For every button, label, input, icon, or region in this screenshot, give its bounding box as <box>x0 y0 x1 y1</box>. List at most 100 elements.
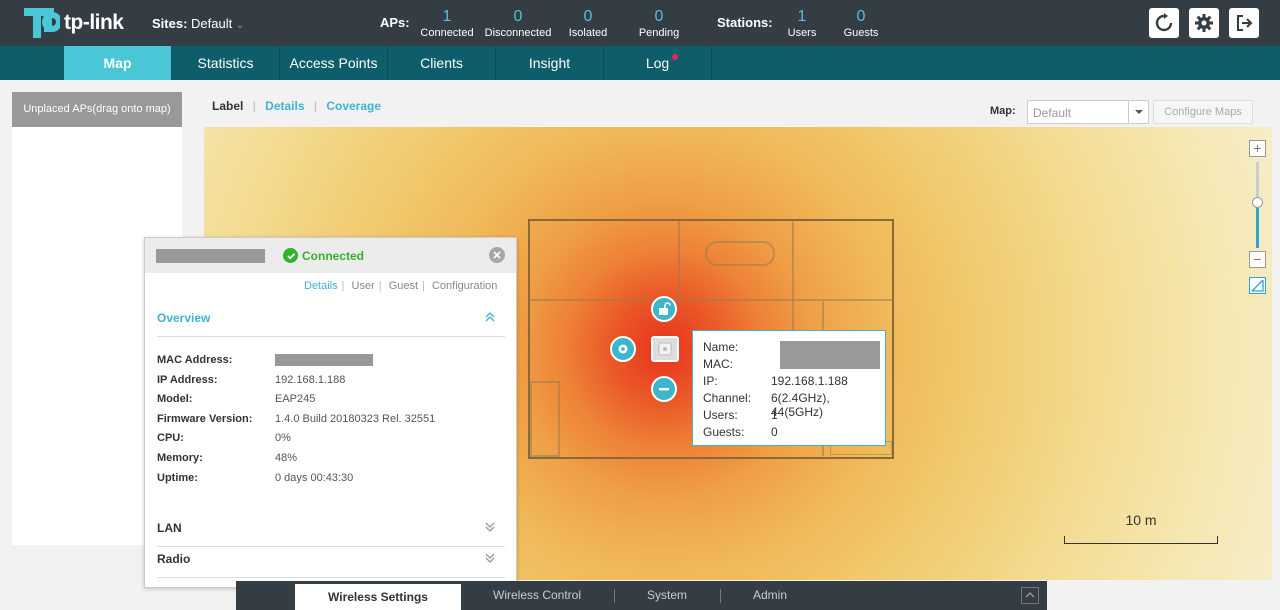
nav-tab-map[interactable]: Map <box>64 46 172 80</box>
overview-key: MAC Address: <box>157 354 233 366</box>
minus-icon <box>659 388 669 391</box>
map-select-value: Default <box>1033 106 1072 120</box>
zoom-track-fill <box>1256 202 1259 248</box>
close-icon <box>493 251 501 259</box>
tab-coverage[interactable]: Coverage <box>326 99 381 113</box>
refresh-button[interactable] <box>1149 8 1179 38</box>
popup-tab-details[interactable]: Details <box>304 280 338 292</box>
nav-tab-log[interactable]: Log <box>604 46 712 80</box>
nav-tab-insight[interactable]: Insight <box>496 46 604 80</box>
tab-label[interactable]: Label <box>212 99 243 113</box>
status-text: Connected <box>302 248 365 263</box>
nav-tab-statistics[interactable]: Statistics <box>172 46 280 80</box>
popup-header: Connected <box>145 238 516 273</box>
settings-button[interactable] <box>1189 8 1219 38</box>
refresh-icon <box>1155 13 1173 32</box>
close-button[interactable] <box>489 247 505 263</box>
overview-value: 1.4.0 Build 20180323 Rel. 32551 <box>275 413 436 425</box>
tooltip-row: Name: <box>703 340 880 369</box>
stat-aps-pending[interactable]: 0 Pending <box>619 8 699 39</box>
stat-label: Connected <box>420 27 474 39</box>
stat-label: Pending <box>638 27 680 39</box>
overview-value: 192.168.1.188 <box>275 374 346 386</box>
overview-section-header[interactable]: Overview <box>157 311 505 337</box>
overview-row-firmware: Firmware Version: 1.4.0 Build 20180323 R… <box>157 413 497 428</box>
logo-mark-icon <box>24 6 62 40</box>
tp-link-logo[interactable]: tp-link <box>24 6 124 40</box>
gear-icon <box>618 344 628 354</box>
ap-name-redacted <box>156 249 265 263</box>
tooltip-key: Name: <box>703 340 739 354</box>
overview-key: Uptime: <box>157 472 198 484</box>
stat-aps-connected[interactable]: 1 Connected <box>407 8 487 39</box>
stat-label: Disconnected <box>484 27 552 39</box>
zoom-out-button[interactable]: − <box>1249 251 1266 268</box>
map-select-label: Map: <box>990 105 1016 117</box>
logout-button[interactable] <box>1229 8 1259 38</box>
tooltip-row: MAC: <box>703 357 875 374</box>
logo-text: tp-link <box>64 11 124 34</box>
sites-label: Sites: <box>152 16 188 31</box>
ap-tooltip: Name: MAC: IP: 192.168.1.188 Channel: 6(… <box>692 330 886 446</box>
overview-value: EAP245 <box>275 393 316 405</box>
stat-guests[interactable]: 0 Guests <box>821 8 901 39</box>
aps-label: APs: <box>380 15 410 30</box>
tooltip-row: Channel: 6(2.4GHz), 44(5GHz) <box>703 391 875 419</box>
popup-tab-configuration[interactable]: Configuration <box>432 280 497 292</box>
tab-system[interactable]: System <box>647 588 687 602</box>
stat-label: Isolated <box>568 27 608 39</box>
tooltip-key: IP: <box>703 374 718 388</box>
nav-tab-access-points[interactable]: Access Points <box>280 46 388 80</box>
fit-icon <box>1251 279 1264 292</box>
map-view-tabs: Label | Details | Coverage <box>212 99 387 113</box>
expand-panel-button[interactable] <box>1021 587 1039 604</box>
zoom-handle[interactable] <box>1252 197 1263 208</box>
radio-title: Radio <box>157 552 191 566</box>
ap-lock-button[interactable] <box>651 296 677 322</box>
tab-admin[interactable]: Admin <box>753 588 787 602</box>
configure-maps-button[interactable]: Configure Maps <box>1153 100 1253 124</box>
stat-aps-isolated[interactable]: 0 Isolated <box>548 8 628 39</box>
map-scale: 10 m <box>1064 512 1218 544</box>
tooltip-key: Channel: <box>703 391 752 405</box>
scale-bar <box>1064 536 1218 544</box>
settings-bottom-bar: Wireless Settings Wireless Control Syste… <box>236 581 1047 610</box>
popup-tab-guest[interactable]: Guest <box>389 280 418 292</box>
overview-row-uptime: Uptime: 0 days 00:43:30 <box>157 472 497 487</box>
tooltip-value: 0 <box>771 425 778 439</box>
tab-separator <box>720 589 721 603</box>
tooltip-row: Guests: 0 <box>703 425 875 442</box>
ap-settings-button[interactable] <box>610 336 636 362</box>
map-select[interactable]: Default <box>1027 100 1149 124</box>
stat-num: 0 <box>654 8 664 25</box>
fit-map-button[interactable] <box>1249 277 1266 294</box>
radio-section-header[interactable]: Radio <box>157 552 505 578</box>
overview-value: 0 days 00:43:30 <box>275 472 354 484</box>
tab-wireless-control[interactable]: Wireless Control <box>493 588 581 602</box>
site-selector[interactable]: Sites: Default ⌄ <box>152 16 244 31</box>
chevron-down-icon: ⌄ <box>235 20 245 31</box>
caret-down-icon <box>1128 101 1148 123</box>
overview-key: Model: <box>157 393 193 405</box>
top-header: tp-link Sites: Default ⌄ APs: 1 Connecte… <box>0 0 1280 46</box>
chevron-down-icon <box>485 552 495 567</box>
nav-tab-clients[interactable]: Clients <box>388 46 496 80</box>
stat-num: 1 <box>442 8 452 25</box>
tooltip-key: Users: <box>703 408 738 422</box>
overview-row-ip: IP Address: 192.168.1.188 <box>157 374 497 389</box>
tab-details[interactable]: Details <box>265 99 304 113</box>
access-point-node[interactable] <box>651 336 679 362</box>
popup-tab-user[interactable]: User <box>352 280 375 292</box>
stat-label: Guests <box>843 27 879 39</box>
scale-label: 10 m <box>1125 512 1157 528</box>
tooltip-row: Users: 1 <box>703 408 875 425</box>
stat-aps-disconnected[interactable]: 0 Disconnected <box>478 8 558 39</box>
zoom-in-button[interactable]: + <box>1249 140 1266 157</box>
tab-wireless-settings[interactable]: Wireless Settings <box>295 584 461 610</box>
log-notification-dot <box>672 54 678 60</box>
lan-title: LAN <box>157 521 182 535</box>
ap-remove-button[interactable] <box>651 376 677 402</box>
tab-separator <box>614 589 615 603</box>
tooltip-key: MAC: <box>703 357 733 371</box>
lan-section-header[interactable]: LAN <box>157 521 505 547</box>
